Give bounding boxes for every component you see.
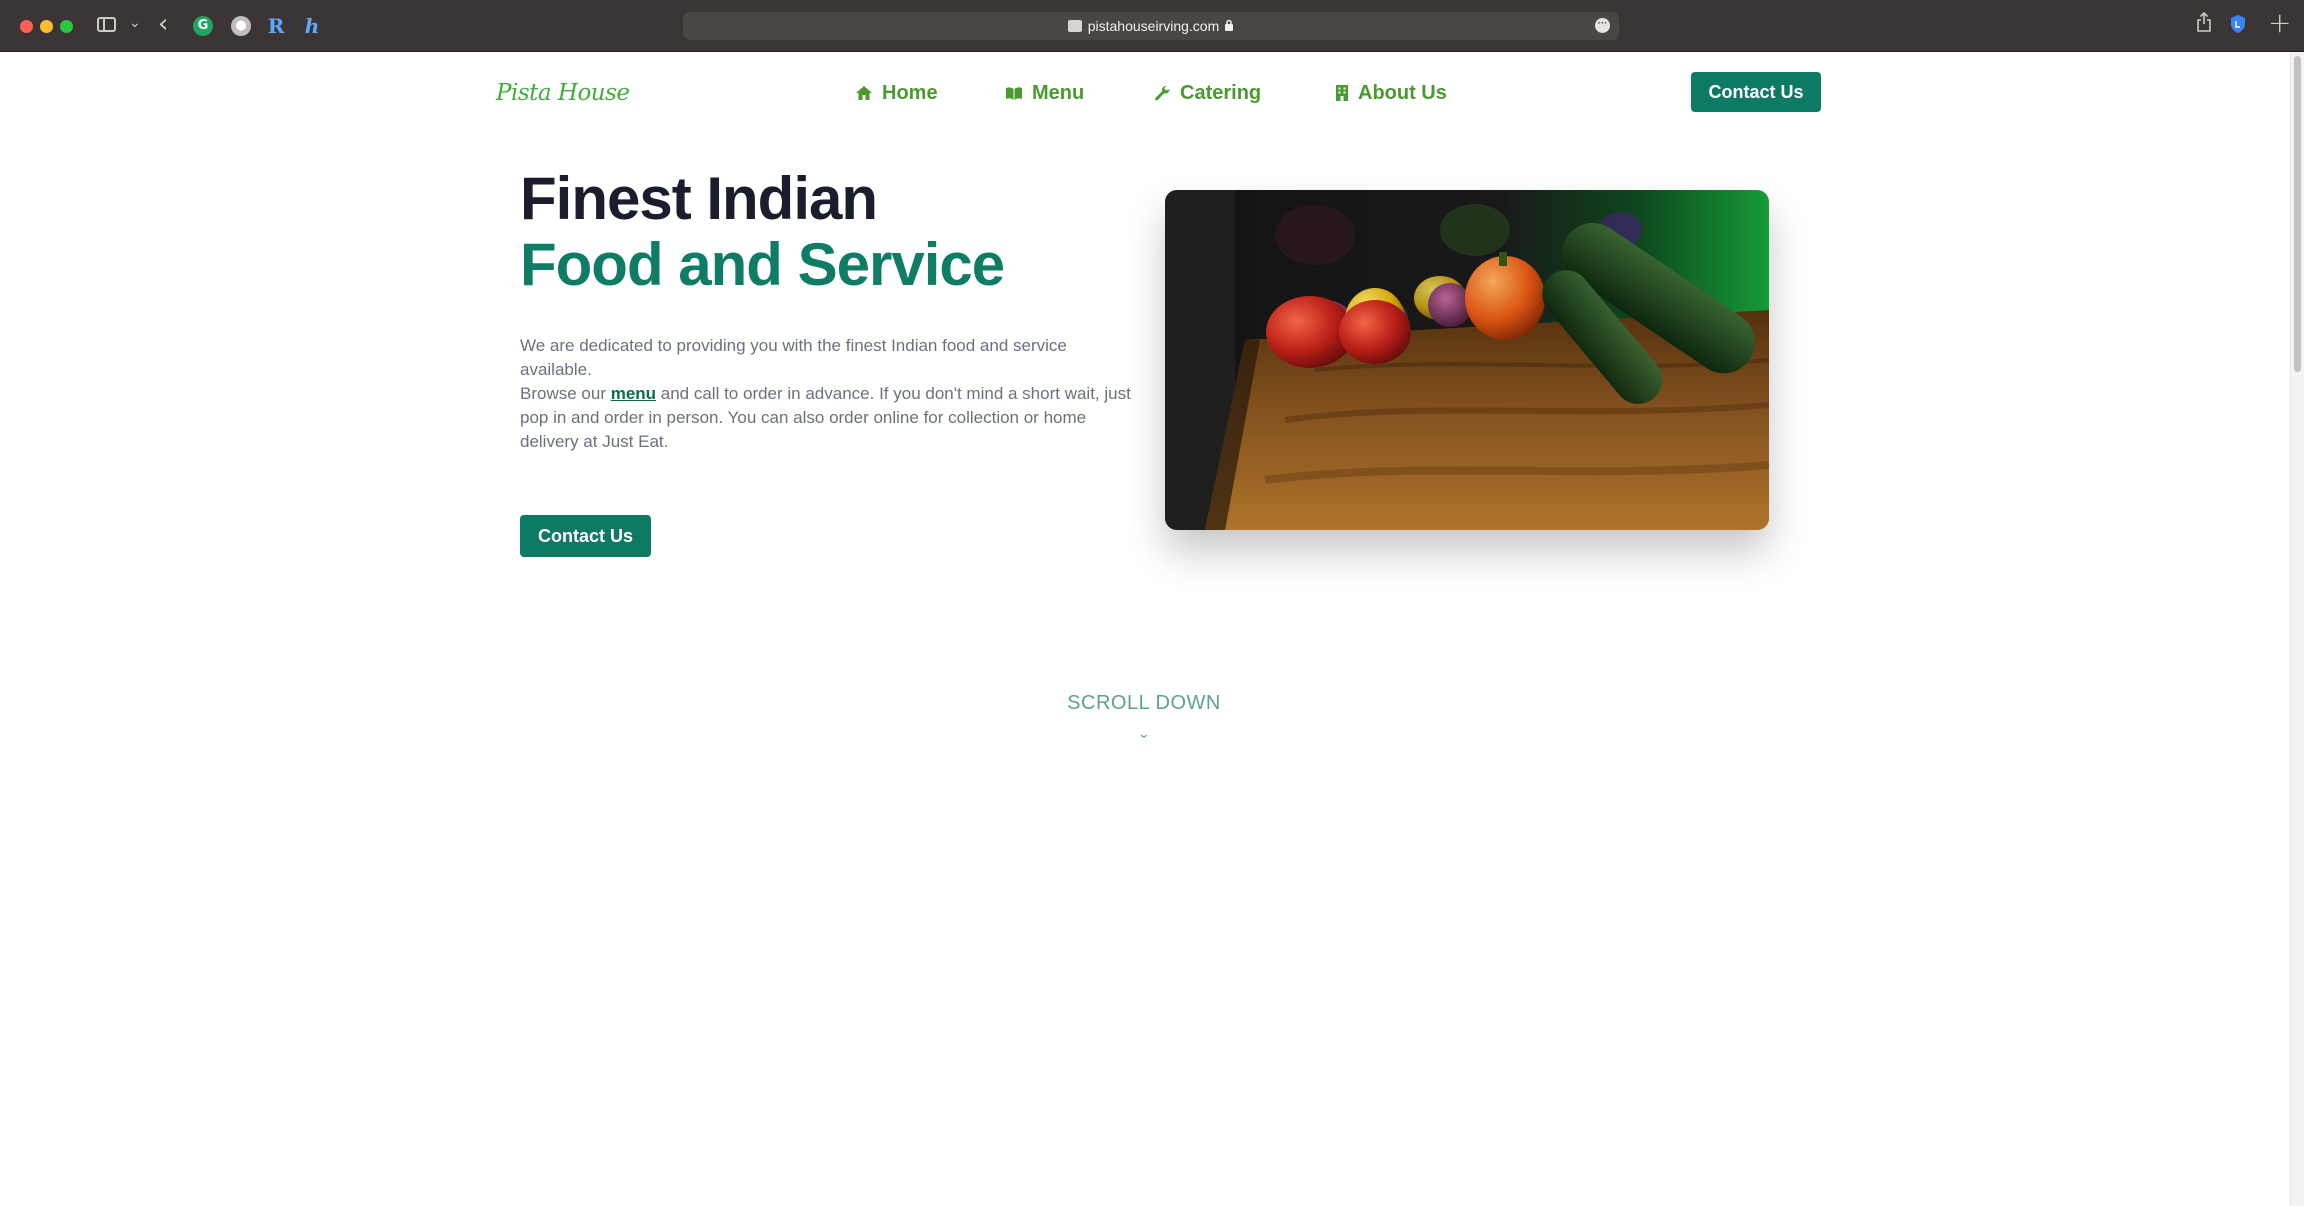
nav-menu-label: Menu [1032,81,1085,104]
hero-description: We are dedicated to providing you with t… [520,334,1132,454]
nav-about-us[interactable]: About Us [1335,78,1447,108]
close-window-button[interactable] [20,20,33,33]
url-text: pistahouseirving.com [1087,18,1220,34]
nav-home-label: Home [882,81,938,104]
wrench-icon [1154,85,1171,102]
menu-link[interactable]: menu [611,384,656,403]
paragraph-prefix: Browse our [520,384,611,403]
nav-catering-label: Catering [1180,81,1262,104]
hero-contact-button[interactable]: Contact Us [520,515,651,557]
new-tab-icon[interactable]: + [2268,6,2291,39]
browser-toolbar: ⌄ ‹ G ● R h pistahouseirving.com ··· + [0,0,2304,52]
share-icon[interactable] [2196,11,2212,32]
hero-title-line1: Finest Indian [520,165,878,232]
hero-paragraph-1: We are dedicated to providing you with t… [520,336,1067,379]
header-contact-button[interactable]: Contact Us [1691,72,1821,112]
more-options-icon[interactable]: ··· [1595,18,1610,33]
chevron-down-icon[interactable]: ⌄ [129,14,141,31]
sidebar-toggle-icon[interactable] [97,17,116,32]
lock-icon [1224,19,1234,34]
back-arrow-icon[interactable]: ‹ [158,9,168,39]
hero-title-line2: Food and Service [520,231,1005,298]
nav-menu[interactable]: Menu [1005,78,1084,108]
scroll-down-hint[interactable]: SCROLL DOWN [1000,692,1288,715]
minimize-window-button[interactable] [40,20,53,33]
nav-home[interactable]: Home [855,78,938,108]
site-logo[interactable]: Pista House [496,80,630,106]
nav-catering[interactable]: Catering [1154,78,1261,108]
zoom-window-button[interactable] [60,20,73,33]
hero-paragraph-2: Browse our menu and call to order in adv… [520,382,1132,454]
shield-icon[interactable] [2229,14,2247,34]
h-extension-icon[interactable]: h [302,16,322,36]
web-page: Pista House Home Menu Catering About Us … [0,52,2290,1206]
r-extension-icon[interactable]: R [266,16,286,36]
scrollbar-thumb[interactable] [2294,56,2301,372]
home-icon [855,85,873,101]
address-bar[interactable]: pistahouseirving.com ··· [683,12,1619,40]
nav-about-label: About Us [1358,81,1447,104]
hero-image [1165,190,1769,530]
site-favicon-icon [1067,20,1082,32]
building-icon [1335,84,1349,102]
chevron-down-icon[interactable]: ⌄ [1138,726,1150,742]
grammarly-icon[interactable]: G [193,16,213,36]
book-icon [1005,86,1023,101]
circle-extension-icon[interactable]: ● [231,16,251,36]
page-scrollbar[interactable] [2290,52,2304,1206]
